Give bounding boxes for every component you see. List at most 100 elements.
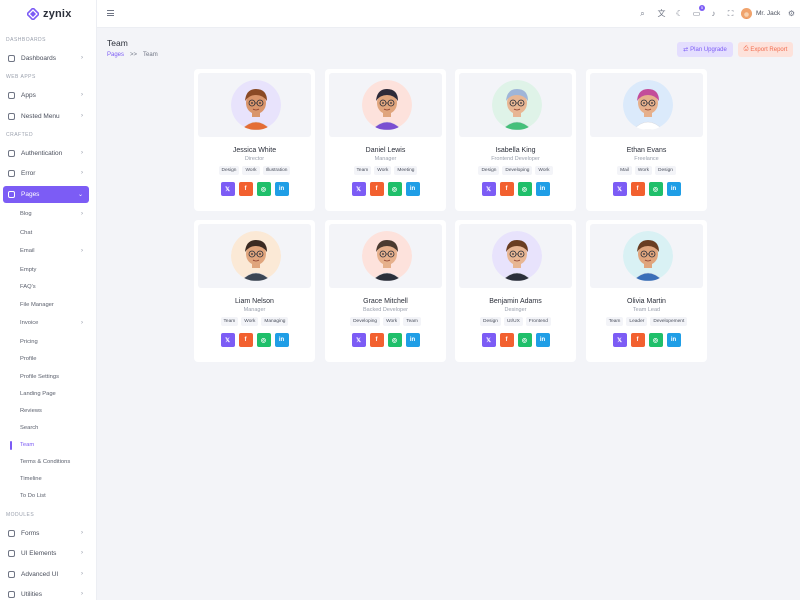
- sub-item-pricing[interactable]: Pricing: [20, 339, 38, 345]
- facebook-icon[interactable]: f: [369, 333, 384, 347]
- card-banner: [329, 73, 442, 137]
- facebook-icon[interactable]: f: [499, 182, 514, 196]
- linkedin-icon[interactable]: in: [535, 333, 550, 347]
- linkedin-icon[interactable]: in: [666, 333, 681, 347]
- x-icon[interactable]: 𝕏: [612, 333, 627, 347]
- social-links: 𝕏f ◎ in: [325, 182, 446, 196]
- instagram-icon[interactable]: ◎: [387, 182, 402, 196]
- x-icon[interactable]: 𝕏: [220, 333, 235, 347]
- bell-icon[interactable]: ♪: [709, 9, 718, 18]
- team-card: Jessica White Director Design Work Illustrat…: [194, 69, 315, 211]
- instagram-icon[interactable]: ◎: [256, 182, 271, 196]
- member-avatar: [492, 231, 542, 281]
- nav-forms[interactable]: Forms ›: [3, 525, 89, 542]
- x-icon[interactable]: 𝕏: [220, 182, 235, 196]
- team-card: Liam Nelson Manager Team Work Managing 𝕏f ◎ in: [194, 220, 315, 362]
- sub-item-search[interactable]: Search: [20, 425, 38, 431]
- nav-pages[interactable]: Pages ⌄: [3, 186, 89, 203]
- member-avatar: [231, 80, 281, 130]
- sub-item-profile-settings[interactable]: Profile Settings: [20, 374, 59, 380]
- breadcrumb-root[interactable]: Pages: [107, 52, 124, 58]
- chevron-right-icon: ›: [81, 248, 83, 254]
- linkedin-icon[interactable]: in: [405, 182, 420, 196]
- member-role: Desinger: [504, 307, 527, 313]
- member-role: Director: [244, 156, 265, 162]
- facebook-icon[interactable]: f: [238, 182, 253, 196]
- sub-item-todo[interactable]: To Do List: [20, 493, 46, 499]
- sub-item-profile[interactable]: Profile: [20, 356, 36, 362]
- search-icon[interactable]: ⌕: [638, 9, 647, 18]
- sub-item-label: Invoice: [20, 320, 39, 326]
- tag: Work: [374, 166, 392, 175]
- fullscreen-icon[interactable]: ⛶: [726, 9, 735, 18]
- member-role: Manager: [243, 307, 266, 313]
- sub-item-faqs[interactable]: FAQ's: [20, 284, 36, 290]
- instagram-icon[interactable]: ◎: [387, 333, 402, 347]
- x-icon[interactable]: 𝕏: [612, 182, 627, 196]
- sub-item-team[interactable]: Team: [20, 442, 34, 448]
- x-icon[interactable]: 𝕏: [481, 182, 496, 196]
- social-links: 𝕏f ◎ in: [586, 182, 707, 196]
- facebook-icon[interactable]: f: [238, 333, 253, 347]
- x-icon[interactable]: 𝕏: [351, 333, 366, 347]
- cart-icon[interactable]: ▭ 5: [692, 5, 705, 18]
- nav-error[interactable]: Error ›: [3, 165, 89, 182]
- moon-icon[interactable]: ☾: [675, 9, 684, 18]
- sub-item-blog[interactable]: Blog ›: [20, 211, 83, 217]
- instagram-icon[interactable]: ◎: [517, 182, 532, 196]
- sub-item-reviews[interactable]: Reviews: [20, 408, 42, 414]
- gear-icon[interactable]: ⚙: [787, 9, 796, 18]
- x-icon[interactable]: 𝕏: [351, 182, 366, 196]
- section-label-crafted: CRAFTED: [6, 132, 34, 138]
- sub-item-file-manager[interactable]: File Manager: [20, 302, 54, 308]
- nav-advanced-ui[interactable]: Advanced UI ›: [3, 566, 89, 583]
- linkedin-icon[interactable]: in: [666, 182, 681, 196]
- plan-upgrade-button[interactable]: ⇄ Plan Upgrade: [677, 42, 733, 57]
- nav-dashboards[interactable]: Dashboards ›: [3, 50, 89, 67]
- sub-item-label: To Do List: [20, 493, 46, 499]
- section-label-web-apps: WEB APPS: [6, 74, 36, 80]
- logo[interactable]: zynix: [0, 0, 96, 28]
- linkedin-icon[interactable]: in: [405, 333, 420, 347]
- sub-item-invoice[interactable]: Invoice ›: [20, 320, 83, 326]
- sub-item-email[interactable]: Email ›: [20, 248, 83, 254]
- team-card: Grace Mitchell Backed Developer Developing…: [325, 220, 446, 362]
- instagram-icon[interactable]: ◎: [648, 182, 663, 196]
- tool-icon: [8, 591, 15, 598]
- user-avatar[interactable]: [741, 8, 752, 19]
- sub-item-landing-page[interactable]: Landing Page: [20, 391, 56, 397]
- tag: Team: [403, 317, 421, 326]
- sub-item-terms[interactable]: Terms & Conditions: [20, 459, 70, 465]
- sub-item-chat[interactable]: Chat: [20, 230, 32, 236]
- sub-item-label: Team: [20, 442, 35, 448]
- export-report-button[interactable]: ⎙ Export Report: [738, 42, 793, 57]
- nav-nested-menu[interactable]: Nested Menu ›: [3, 108, 89, 125]
- nav-ui-elements[interactable]: UI Elements ›: [3, 545, 89, 562]
- instagram-icon[interactable]: ◎: [256, 333, 271, 347]
- nav-utilities[interactable]: Utilities ›: [3, 586, 89, 600]
- facebook-icon[interactable]: f: [369, 182, 384, 196]
- sub-item-timeline[interactable]: Timeline: [20, 476, 42, 482]
- tag-list: Developing Work Team: [325, 317, 446, 326]
- sub-item-empty[interactable]: Empty: [20, 267, 36, 273]
- facebook-icon[interactable]: f: [499, 333, 514, 347]
- chevron-down-icon: ⌄: [77, 192, 83, 198]
- facebook-icon[interactable]: f: [630, 182, 645, 196]
- member-avatar: [623, 231, 673, 281]
- nav-apps[interactable]: Apps ›: [3, 87, 89, 104]
- linkedin-icon[interactable]: in: [535, 182, 550, 196]
- nav-authentication[interactable]: Authentication ›: [3, 145, 89, 162]
- x-icon[interactable]: 𝕏: [481, 333, 496, 347]
- translate-icon[interactable]: 文: [657, 9, 666, 18]
- linkedin-icon[interactable]: in: [274, 182, 289, 196]
- facebook-icon[interactable]: f: [630, 333, 645, 347]
- instagram-icon[interactable]: ◎: [648, 333, 663, 347]
- tag: Design: [480, 317, 501, 326]
- user-name[interactable]: Mr. Jack: [756, 10, 780, 17]
- instagram-icon[interactable]: ◎: [517, 333, 532, 347]
- home-icon: [8, 55, 15, 62]
- linkedin-icon[interactable]: in: [274, 333, 289, 347]
- upgrade-icon: ⇄: [683, 47, 689, 53]
- menu-toggle-icon[interactable]: [107, 10, 114, 16]
- team-card: Ethan Evans Freelance Mail Work Design 𝕏f ◎ in: [586, 69, 707, 211]
